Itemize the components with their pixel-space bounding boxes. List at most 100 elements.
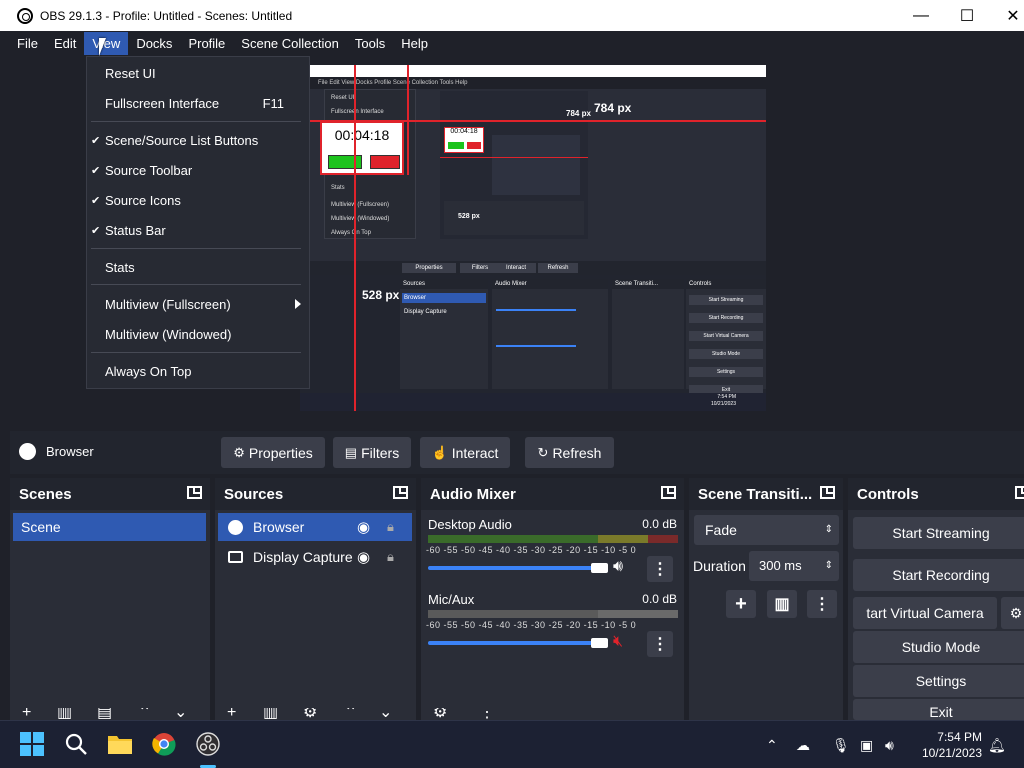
transitions-title: Scene Transiti... xyxy=(698,485,813,503)
menu-item-source-toolbar[interactable]: ✔ Source Toolbar xyxy=(87,157,309,183)
gear-icon[interactable]: ⚙ xyxy=(433,708,447,720)
move-down-icon[interactable]: ⌄ xyxy=(379,708,392,720)
add-transition-button[interactable]: + xyxy=(726,590,756,618)
minimize-button[interactable]: — xyxy=(898,0,944,31)
refresh-button[interactable]: ↻ Refresh xyxy=(525,437,614,468)
start-recording-button[interactable]: Start Recording xyxy=(853,559,1024,591)
dock-float-icon[interactable] xyxy=(1015,486,1024,499)
obs-app-icon[interactable] xyxy=(195,731,221,757)
windows-start-icon[interactable] xyxy=(19,731,45,757)
volume-slider[interactable] xyxy=(428,566,598,570)
volume-slider[interactable] xyxy=(428,641,598,645)
scene-item[interactable]: Scene xyxy=(13,513,206,541)
menu-item-reset-ui[interactable]: Reset UI xyxy=(87,60,309,86)
studio-mode-button[interactable]: Studio Mode xyxy=(853,631,1024,663)
network-icon[interactable]: ▣ xyxy=(860,737,873,754)
menu-item-fullscreen-interface[interactable]: Fullscreen Interface F11 xyxy=(87,90,309,116)
transition-select[interactable]: Fade ⇕ xyxy=(694,515,839,545)
preview-mini-titlebar xyxy=(300,65,766,77)
more-icon[interactable]: ⋮ xyxy=(479,708,495,720)
volume-slider-handle[interactable] xyxy=(591,638,608,648)
source-item-browser[interactable]: Browser ◉ 🔒︎ xyxy=(218,513,412,541)
menu-scene-collection[interactable]: Scene Collection xyxy=(233,32,347,55)
settings-button[interactable]: Settings xyxy=(853,665,1024,697)
preview-mini-menubar: File Edit View Docks Profile Scene Colle… xyxy=(300,77,766,89)
menu-docks[interactable]: Docks xyxy=(128,32,180,55)
dock-float-icon[interactable] xyxy=(661,486,676,499)
chevron-updown-icon: ⇕ xyxy=(824,524,833,535)
close-button[interactable]: ✕ xyxy=(990,0,1024,31)
lock-icon[interactable]: 🔒︎ xyxy=(387,519,394,535)
transition-menu-button[interactable]: ⋮ xyxy=(807,590,837,618)
preview-inner-source: Browser xyxy=(402,293,486,303)
menu-profile[interactable]: Profile xyxy=(180,32,233,55)
system-clock[interactable]: 7:54 PM 10/21/2023 xyxy=(922,729,982,761)
menu-separator xyxy=(91,121,301,122)
exit-button[interactable]: Exit xyxy=(853,699,1024,720)
move-down-icon[interactable]: ⌄ xyxy=(174,708,187,720)
chrome-icon[interactable] xyxy=(151,731,177,757)
checkmark-icon: ✔ xyxy=(91,134,101,147)
preview-inner-dock-title: Scene Transiti... xyxy=(612,279,684,289)
gear-icon[interactable]: ⚙ xyxy=(1001,597,1024,629)
file-explorer-icon[interactable] xyxy=(107,731,133,757)
dock-float-icon[interactable] xyxy=(820,486,835,499)
filters-button[interactable]: ▤ Filters xyxy=(333,437,411,468)
trash-icon[interactable]: ▥ xyxy=(767,590,797,618)
preview-inner-control: Start Virtual Camera xyxy=(689,331,763,341)
preview-inner-control: Settings xyxy=(689,367,763,377)
properties-button[interactable]: ⚙ Properties xyxy=(221,437,325,468)
meter-scale: -60 -55 -50 -45 -40 -35 -30 -25 -20 -15 … xyxy=(426,620,637,630)
search-icon[interactable] xyxy=(63,731,89,757)
menu-item-multiview-fullscreen[interactable]: Multiview (Fullscreen) xyxy=(87,291,309,317)
speaker-icon[interactable]: 🔊︎ xyxy=(613,558,623,576)
dock-float-icon[interactable] xyxy=(393,486,408,499)
start-virtual-camera-button[interactable]: tart Virtual Camera xyxy=(853,597,997,629)
menu-item-source-icons[interactable]: ✔ Source Icons xyxy=(87,187,309,213)
menu-item-status-bar[interactable]: ✔ Status Bar xyxy=(87,217,309,243)
menu-help[interactable]: Help xyxy=(393,32,436,55)
onedrive-icon[interactable]: ☁ xyxy=(796,737,810,754)
add-icon[interactable]: + xyxy=(22,708,31,720)
eye-icon[interactable]: ◉ xyxy=(357,518,370,536)
interact-button[interactable]: ☝ Interact xyxy=(420,437,510,468)
trash-icon[interactable]: ▥ xyxy=(263,708,278,720)
channel-menu-button[interactable]: ⋮ xyxy=(647,556,673,582)
show-hidden-icons-icon[interactable]: ⌃ xyxy=(766,737,778,754)
gear-icon[interactable]: ⚙ xyxy=(303,708,317,720)
start-streaming-button[interactable]: Start Streaming xyxy=(853,517,1024,549)
notification-bell-icon[interactable]: 🔔︎ xyxy=(988,737,1006,754)
lock-icon[interactable]: 🔒︎ xyxy=(387,549,394,565)
menu-item-stats[interactable]: Stats xyxy=(87,254,309,280)
menu-item-multiview-windowed[interactable]: Multiview (Windowed) xyxy=(87,321,309,347)
maximize-button[interactable]: ☐ xyxy=(944,0,990,31)
sources-dock-header: Sources xyxy=(215,478,416,510)
source-item-display-capture[interactable]: Display Capture ◉ 🔒︎ xyxy=(218,543,412,571)
channel-menu-button[interactable]: ⋮ xyxy=(647,631,673,657)
duration-spinbox[interactable]: 300 ms ⇕ xyxy=(749,551,839,581)
obs-logo-icon xyxy=(17,7,33,24)
preview-inner-control: Studio Mode xyxy=(689,349,763,359)
dock-float-icon[interactable] xyxy=(187,486,202,499)
filter-icon[interactable]: ▤ xyxy=(97,708,112,720)
menu-item-always-on-top[interactable]: Always On Top xyxy=(87,358,309,384)
volume-slider-handle[interactable] xyxy=(591,563,608,573)
move-up-icon[interactable]: ⌃ xyxy=(138,708,151,720)
menu-file[interactable]: File xyxy=(9,32,46,55)
menu-edit[interactable]: Edit xyxy=(46,32,84,55)
trash-icon[interactable]: ▥ xyxy=(57,708,72,720)
move-up-icon[interactable]: ⌃ xyxy=(344,708,357,720)
add-icon[interactable]: + xyxy=(227,708,236,720)
menu-item-label: Multiview (Fullscreen) xyxy=(105,296,231,312)
eye-icon[interactable]: ◉ xyxy=(357,548,370,566)
duration-value: 300 ms xyxy=(759,558,802,573)
spinner-arrows-icon[interactable]: ⇕ xyxy=(825,551,833,581)
menu-item-scene-source-list-buttons[interactable]: ✔ Scene/Source List Buttons xyxy=(87,127,309,153)
microphone-icon[interactable]: 🎙︎ xyxy=(832,737,850,754)
volume-icon[interactable]: 🔊︎ xyxy=(885,737,894,754)
menu-tools[interactable]: Tools xyxy=(347,32,393,55)
menu-item-label: Source Toolbar xyxy=(105,162,193,178)
muted-speaker-icon[interactable]: 🔇︎ xyxy=(613,633,623,651)
audio-mixer-title: Audio Mixer xyxy=(430,485,516,503)
measure-line-horizontal xyxy=(300,120,766,122)
